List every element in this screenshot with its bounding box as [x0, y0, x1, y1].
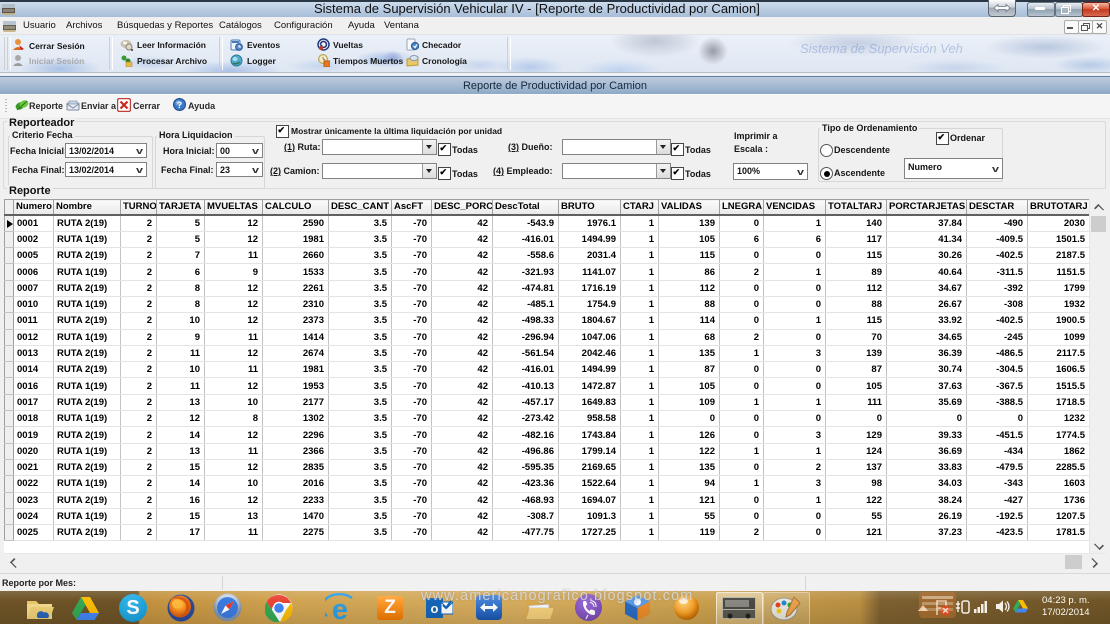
svg-text:?: ? — [177, 100, 183, 110]
svg-text:e: e — [332, 594, 348, 623]
